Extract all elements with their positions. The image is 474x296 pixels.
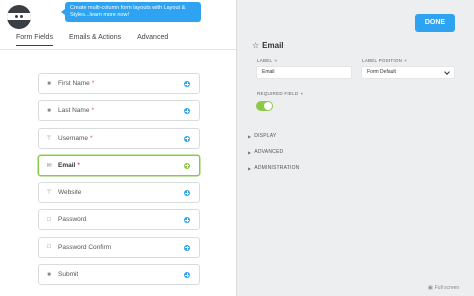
tab-form-fields[interactable]: Form Fields [16, 34, 53, 46]
field-website[interactable]: ⊤ Website [38, 182, 200, 204]
label-position-label: LABEL POSITION ● [362, 58, 408, 63]
tabs-divider [0, 49, 236, 50]
text-cursor-icon: ⊤ [46, 190, 52, 197]
field-label: Password [58, 216, 87, 224]
field-label: Last Name [58, 107, 90, 115]
field-label: First Name [58, 80, 90, 87]
required-marker: * [77, 161, 80, 169]
add-icon[interactable] [184, 217, 190, 224]
square-icon: □ [47, 244, 51, 251]
field-list: ■ First Name * ■ Last Name * ⊤ Username … [38, 73, 200, 291]
user-icon: ■ [47, 80, 51, 87]
required-marker: * [91, 80, 95, 87]
caret-right-icon: ▶ [248, 149, 252, 155]
star-icon[interactable]: ☆ [252, 41, 259, 50]
promo-tooltip[interactable]: Create multi-column form layouts with La… [61, 2, 201, 22]
builder-tabs: Form Fields Emails & Actions Advanced [16, 34, 168, 46]
field-password[interactable]: □ Password [38, 209, 200, 231]
add-icon[interactable] [184, 162, 190, 169]
filled-square-icon: ■ [47, 271, 51, 278]
field-label: Email [58, 161, 76, 169]
field-password-confirm[interactable]: □ Password Confirm [38, 236, 200, 258]
text-cursor-icon: ⊤ [46, 135, 52, 142]
form-builder-panel: Create multi-column form layouts with La… [0, 0, 236, 296]
toggle-knob [264, 102, 272, 110]
label-position-select[interactable]: Form Default [361, 66, 455, 79]
field-first-name[interactable]: ■ First Name * [38, 73, 200, 94]
add-icon[interactable] [184, 108, 190, 115]
fullscreen-button[interactable]: ▣ Full screen [428, 285, 459, 291]
promo-tooltip-text: Create multi-column form layouts with La… [70, 5, 186, 18]
done-button[interactable]: DONE [415, 14, 455, 32]
required-marker: * [89, 134, 93, 142]
chevron-down-icon [444, 69, 450, 75]
required-field-label: REQUIRED FIELD ● [257, 91, 304, 96]
help-icon[interactable]: ● [300, 91, 303, 96]
add-icon[interactable] [184, 81, 190, 87]
square-icon: □ [47, 216, 51, 223]
field-label: Username [58, 134, 88, 142]
section-advanced[interactable]: ▶ ADVANCED [248, 149, 283, 155]
field-label: Password Confirm [58, 243, 112, 251]
field-username[interactable]: ⊤ Username * [38, 127, 200, 149]
expand-icon: ▣ [428, 285, 433, 291]
help-icon[interactable]: ● [274, 58, 277, 63]
field-label: Submit [58, 271, 79, 279]
tab-advanced[interactable]: Advanced [137, 34, 168, 46]
section-administration[interactable]: ▶ ADMINISTRATION [248, 165, 300, 171]
ninja-logo-icon[interactable] [7, 5, 31, 29]
help-icon[interactable]: ● [404, 58, 407, 63]
add-icon[interactable] [184, 135, 190, 142]
caret-right-icon: ▶ [248, 165, 252, 171]
settings-title: ☆ Email [252, 41, 284, 50]
field-email[interactable]: ✉ Email * [38, 154, 200, 176]
field-label: Website [58, 189, 82, 197]
label-field-label: LABEL ● [257, 58, 278, 63]
field-last-name[interactable]: ■ Last Name * [38, 100, 200, 122]
add-icon[interactable] [184, 190, 190, 197]
settings-title-text: Email [262, 41, 284, 50]
required-field-toggle[interactable] [256, 101, 273, 111]
label-input[interactable]: Email [256, 66, 352, 79]
required-marker: * [91, 107, 94, 115]
field-submit[interactable]: ■ Submit [38, 264, 200, 286]
caret-right-icon: ▶ [248, 133, 252, 139]
section-display[interactable]: ▶ DISPLAY [248, 133, 276, 139]
add-icon[interactable] [184, 244, 190, 251]
add-icon[interactable] [184, 272, 190, 279]
tab-emails-actions[interactable]: Emails & Actions [69, 34, 121, 46]
envelope-icon: ✉ [46, 162, 52, 169]
user-icon: ■ [47, 107, 51, 114]
